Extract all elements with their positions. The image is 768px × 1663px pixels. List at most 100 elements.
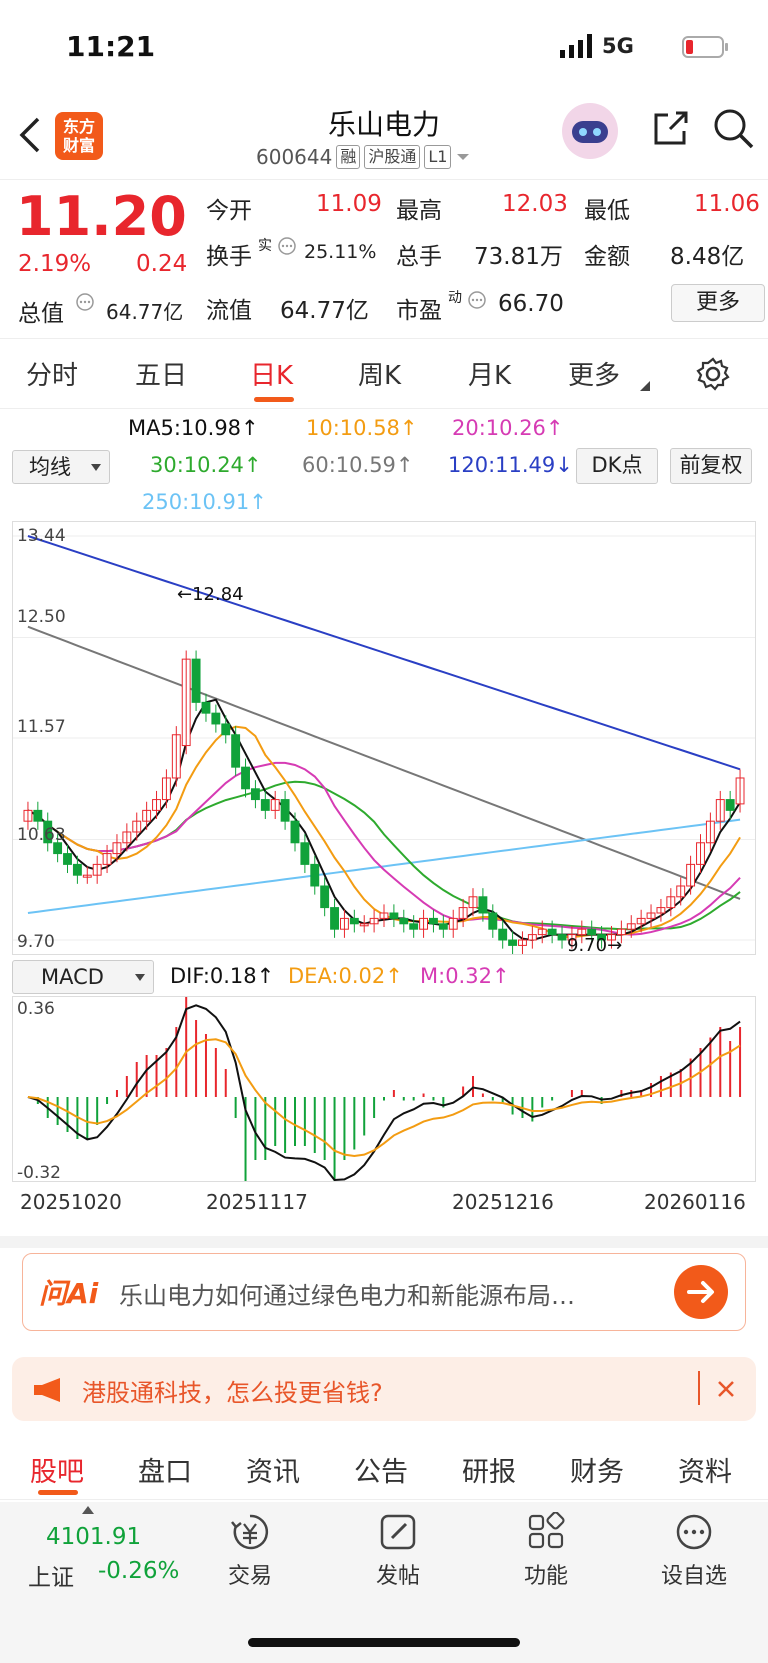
macd-y-bottom: -0.32	[17, 1163, 61, 1183]
tab-research[interactable]: 研报	[462, 1450, 516, 1489]
tab-daily-k[interactable]: 日K	[250, 355, 293, 392]
edit-post-icon	[380, 1514, 416, 1550]
send-arrow-icon[interactable]	[673, 1264, 729, 1320]
total-value: 64.77亿	[106, 300, 184, 324]
info-dots-icon[interactable]	[278, 237, 296, 255]
tab-profile[interactable]: 资料	[678, 1450, 732, 1489]
ma120-legend: 120:11.49↓	[448, 453, 573, 477]
add-watchlist-button[interactable]: 设自选	[644, 1512, 744, 1590]
y-tick: 10.63	[17, 825, 66, 845]
signal-icon	[560, 34, 592, 58]
change-amount: 0.24	[136, 251, 188, 277]
info-dots-icon[interactable]	[468, 291, 486, 309]
active-tab-indicator	[38, 1490, 78, 1495]
notice-text: 港股通科技，怎么投更省钱?	[82, 1379, 383, 1407]
x-date: 20251216	[452, 1190, 554, 1214]
search-icon[interactable]	[712, 107, 756, 151]
active-tab-indicator	[254, 397, 294, 402]
ma-selector[interactable]: 均线	[12, 450, 110, 484]
clock: 11:21	[66, 30, 156, 63]
index-value[interactable]: 4101.91	[46, 1524, 141, 1550]
margin-tag: 融	[336, 145, 361, 169]
index-name[interactable]: 上证	[28, 1558, 74, 1592]
connect-tag: 沪股通	[364, 145, 421, 169]
megaphone-icon	[34, 1378, 60, 1402]
open-label: 今开	[206, 198, 252, 224]
macd-chart[interactable]: 0.36 -0.32	[12, 985, 756, 1183]
functions-button[interactable]: 功能	[496, 1511, 596, 1590]
trade-button[interactable]: 交易	[200, 1512, 300, 1590]
trade-label: 交易	[227, 1564, 272, 1589]
tab-forum[interactable]: 股吧	[30, 1450, 84, 1489]
high-value: 12.03	[502, 191, 568, 217]
kline-svg	[13, 535, 755, 955]
home-indicator	[248, 1638, 520, 1647]
tab-weekly-k[interactable]: 周K	[358, 355, 401, 392]
quote-panel: 11.20 2.19% 0.24 总值 64.77亿 今开 11.09 最高 1…	[0, 181, 768, 339]
corner-caret-icon	[640, 381, 650, 391]
ai-prompt-text: 乐山电力如何通过绿色电力和新能源布局…	[119, 1282, 575, 1310]
price-adjust-label: 前复权	[679, 453, 743, 477]
index-change: -0.26%	[98, 1558, 180, 1584]
float-value-label: 流值	[206, 298, 252, 324]
ma5-line	[27, 698, 741, 942]
y-tick: 12.50	[17, 607, 66, 627]
price-adjust-button[interactable]: 前复权	[670, 448, 752, 484]
stock-code: 600644	[256, 145, 333, 169]
turnover-sup: 实	[258, 238, 272, 254]
y-tick: 11.57	[17, 717, 66, 737]
macd-svg	[27, 985, 742, 1182]
y-tick-bottom: 9.70	[17, 932, 55, 952]
promo-notice[interactable]: 港股通科技，怎么投更省钱?	[12, 1357, 756, 1421]
settings-gear-icon[interactable]	[696, 357, 730, 391]
macd-legend: MACD DIF:0.18↑ DEA:0.02↑ M:0.32↑	[0, 960, 768, 996]
last-price: 11.20	[16, 185, 187, 248]
open-value: 11.09	[316, 191, 382, 217]
tab-five-day[interactable]: 五日	[135, 355, 187, 392]
dif-line	[27, 1004, 741, 1182]
total-value-label: 总值	[18, 301, 64, 327]
share-icon[interactable]	[650, 109, 690, 149]
battery-icon	[682, 36, 728, 58]
level-tag: L1	[424, 145, 452, 169]
pe-sup: 动	[448, 290, 462, 306]
low-label: 最低	[584, 198, 630, 224]
high-label: 最高	[396, 198, 442, 224]
volume-value: 73.81万	[474, 244, 563, 270]
ma120-line	[27, 535, 741, 771]
ai-prompt-bar[interactable]: 问Ai 乐山电力如何通过绿色电力和新能源布局…	[22, 1253, 746, 1331]
notice-divider	[698, 1371, 700, 1405]
indicator-selector[interactable]: MACD	[12, 960, 154, 994]
robot-avatar-icon[interactable]	[560, 101, 620, 161]
tab-more[interactable]: 更多	[568, 355, 620, 392]
ma10-legend: 10:10.58↑	[306, 416, 418, 440]
caret-down-icon[interactable]	[455, 152, 471, 162]
x-date: 20251020	[20, 1190, 122, 1214]
dk-point-button[interactable]: DK点	[576, 448, 658, 484]
tab-monthly-k[interactable]: 月K	[468, 355, 511, 392]
chart-tabs: 分时 五日 日K 周K 月K 更多	[0, 339, 768, 409]
low-annotation: 9.70→	[567, 935, 623, 956]
close-icon[interactable]	[716, 1379, 736, 1399]
section-divider	[0, 1236, 768, 1248]
dif-value: DIF:0.18↑	[170, 964, 275, 988]
amount-value: 8.48亿	[670, 244, 745, 270]
kline-chart[interactable]: 13.44 12.50 11.57 10.63 9.70 ←12.84 9.70…	[12, 521, 756, 956]
tab-announcements[interactable]: 公告	[354, 1450, 408, 1489]
stock-code-row: 600644 融 沪股通 L1	[256, 145, 471, 169]
more-button[interactable]: 更多	[671, 284, 765, 322]
content-tabs: 股吧 盘口 资讯 公告 研报 财务 资料	[0, 1432, 768, 1500]
turnover-value: 25.11%	[304, 241, 377, 263]
high-annotation: ←12.84	[177, 584, 244, 605]
info-dots-icon[interactable]	[76, 293, 94, 311]
tab-financials[interactable]: 财务	[570, 1450, 624, 1489]
grid-apps-icon	[528, 1511, 565, 1549]
ma250-legend: 250:10.91↑	[142, 490, 267, 514]
tab-order-book[interactable]: 盘口	[138, 1450, 192, 1489]
ma-selector-label: 均线	[29, 455, 71, 479]
caret-down-icon	[91, 464, 101, 471]
tab-intraday[interactable]: 分时	[26, 355, 78, 392]
tab-news[interactable]: 资讯	[246, 1450, 300, 1489]
network-label: 5G	[602, 34, 634, 58]
post-button[interactable]: 发帖	[348, 1512, 448, 1590]
